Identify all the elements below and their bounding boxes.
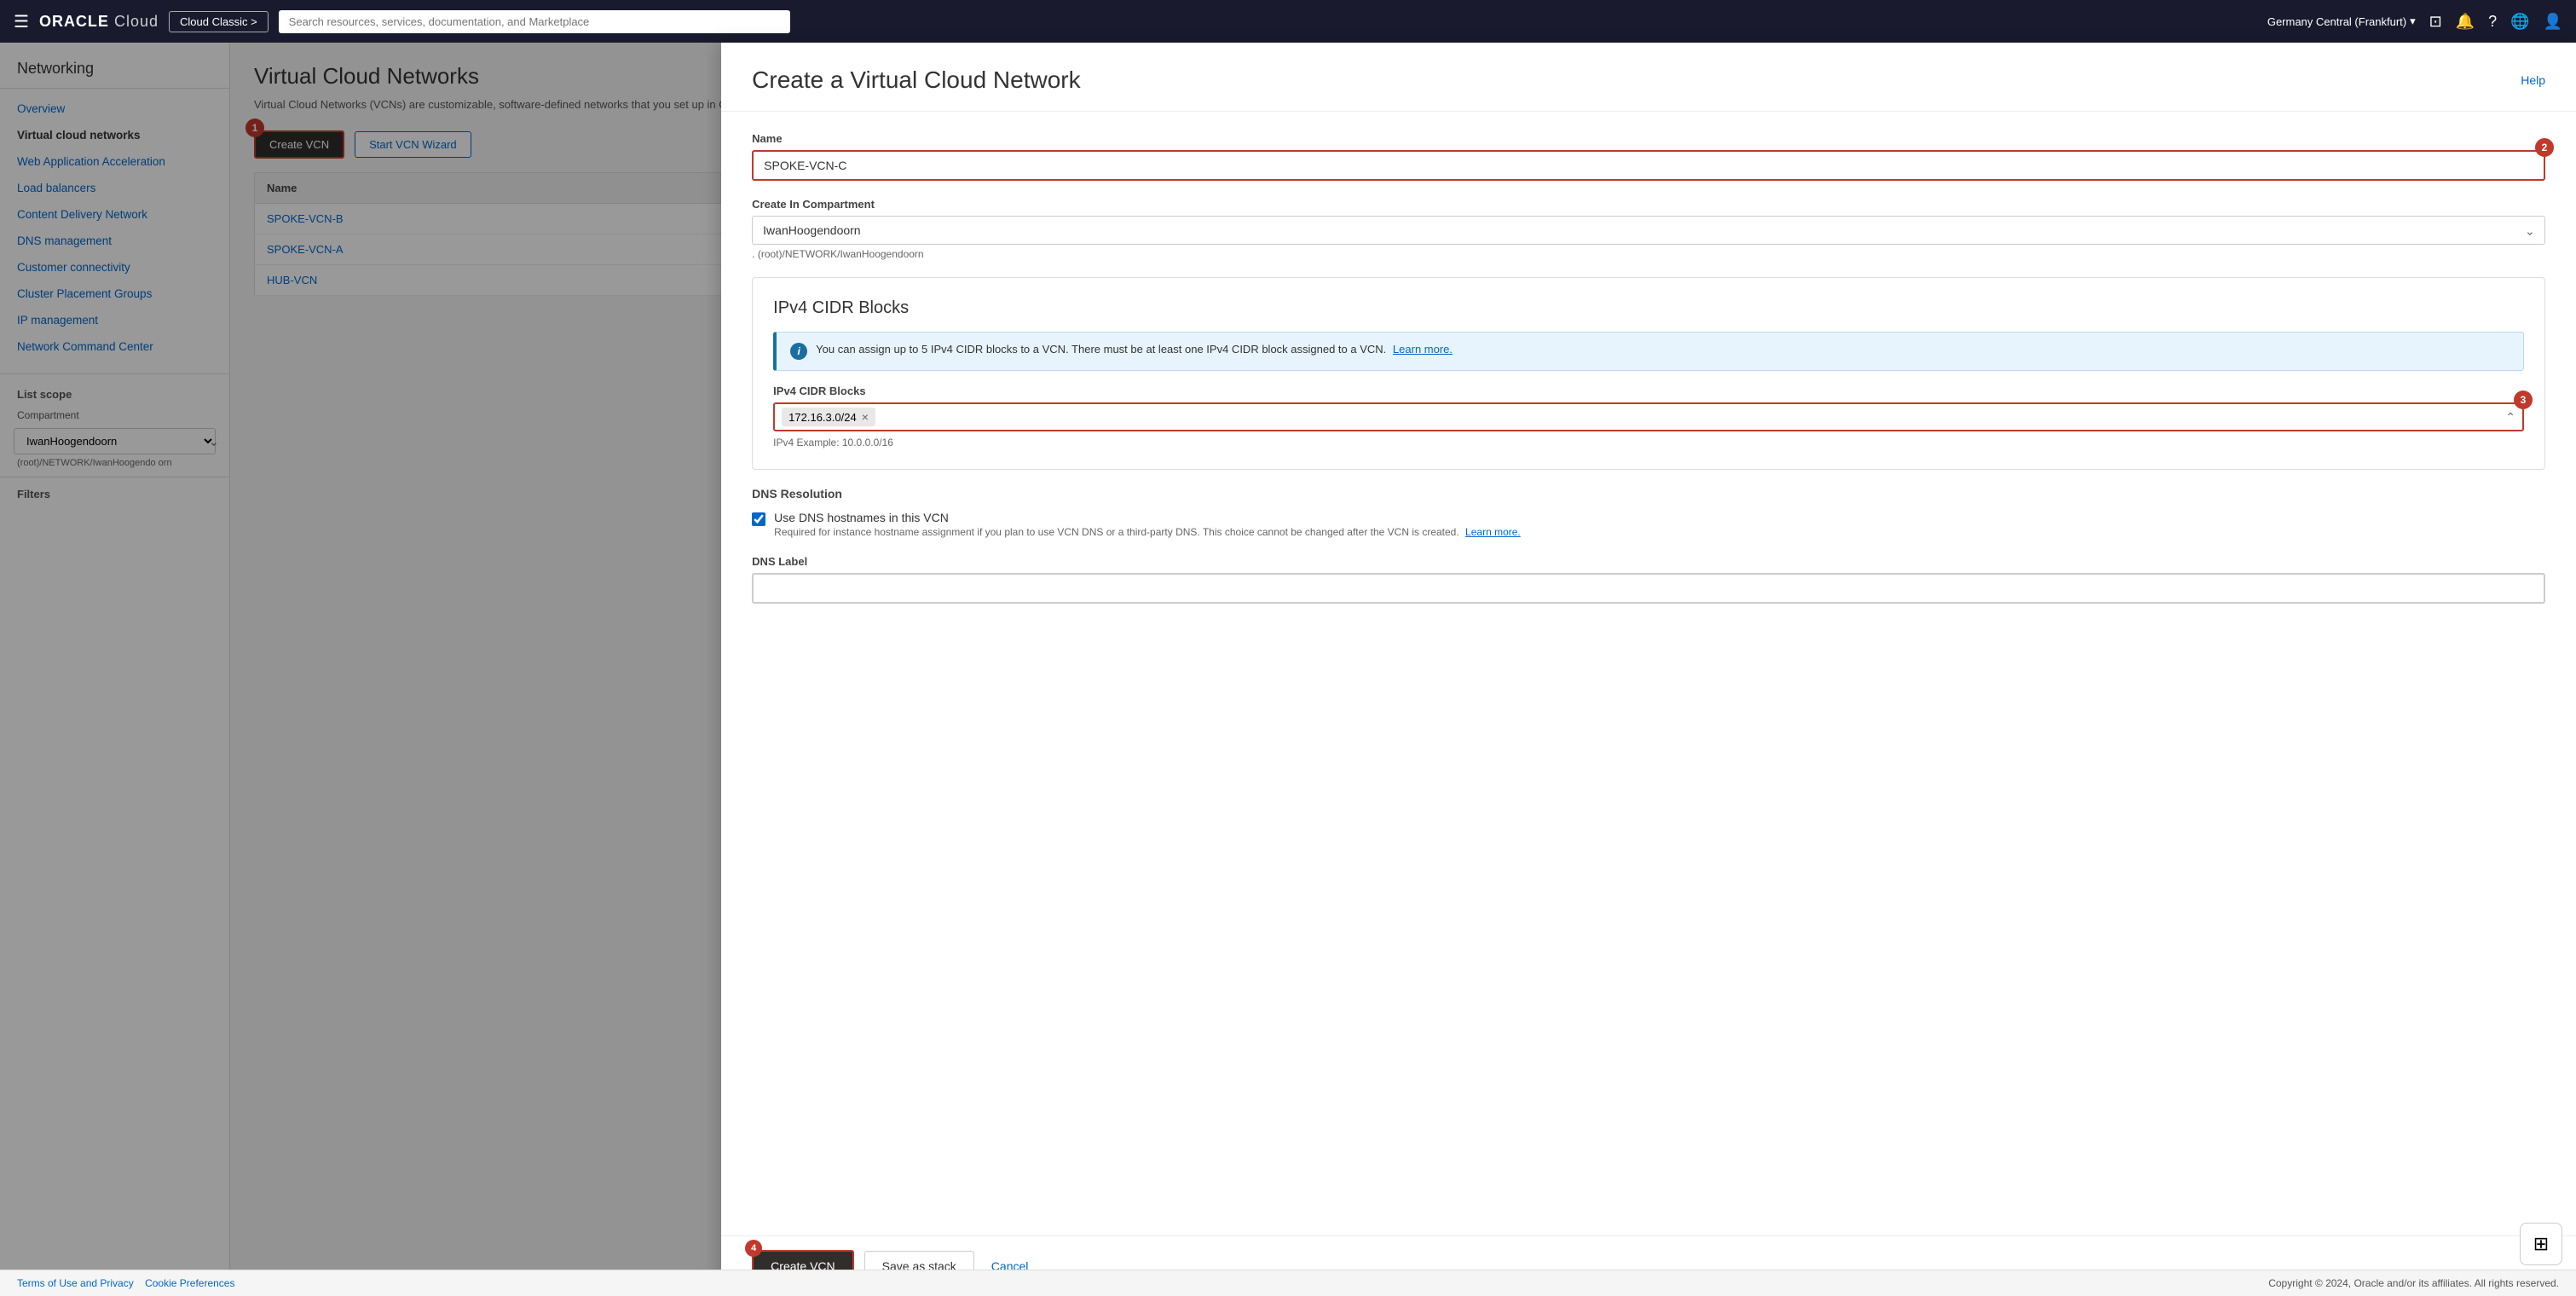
help-icon[interactable]: ?	[2488, 13, 2497, 31]
dns-checkbox-row: Use DNS hostnames in this VCN Required f…	[752, 511, 2545, 538]
name-input[interactable]	[752, 150, 2545, 181]
cidr-value: 172.16.3.0/24	[788, 411, 857, 424]
bottom-bar: Terms of Use and Privacy Cookie Preferen…	[0, 1270, 2576, 1296]
dialog-body: Name 2 Create In Compartment IwanHoogend…	[721, 112, 2576, 1235]
help-widget-icon: ⊞	[2533, 1233, 2549, 1255]
dns-checkbox-label: Use DNS hostnames in this VCN	[774, 511, 1521, 524]
terms-link[interactable]: Terms of Use and Privacy	[17, 1277, 134, 1289]
dns-checkbox-content: Use DNS hostnames in this VCN Required f…	[774, 511, 1521, 538]
info-icon: i	[790, 343, 807, 360]
dns-checkbox-desc: Required for instance hostname assignmen…	[774, 526, 1521, 538]
dns-label-label: DNS Label	[752, 555, 2545, 568]
cidr-chevron-icon: ⌃	[2505, 410, 2515, 425]
help-widget[interactable]: ⊞	[2520, 1223, 2562, 1265]
name-form-group: Name 2	[752, 132, 2545, 181]
dialog-header: Create a Virtual Cloud Network Help	[721, 43, 2576, 112]
cloud-classic-button[interactable]: Cloud Classic >	[169, 11, 269, 32]
dns-learn-more-link[interactable]: Learn more.	[1465, 526, 1521, 538]
step-3-badge: 3	[2514, 391, 2533, 409]
dialog-title: Create a Virtual Cloud Network	[752, 67, 1080, 94]
developer-tools-icon[interactable]: ⊡	[2429, 13, 2442, 31]
name-badge-wrapper: 2	[752, 150, 2545, 181]
region-selector[interactable]: Germany Central (Frankfurt) ▾	[2267, 14, 2416, 28]
user-icon[interactable]: 👤	[2544, 13, 2562, 31]
dns-resolution-label: DNS Resolution	[752, 487, 2545, 500]
copyright-text: Copyright © 2024, Oracle and/or its affi…	[2268, 1277, 2559, 1289]
cidr-tag: 172.16.3.0/24 ×	[782, 408, 875, 426]
cidr-learn-more-link[interactable]: Learn more.	[1393, 343, 1453, 356]
dns-label-form-group: DNS Label	[752, 555, 2545, 604]
cidr-tag-close-icon[interactable]: ×	[862, 410, 869, 424]
compartment-select-wrapper[interactable]: IwanHoogendoorn	[752, 216, 2545, 245]
search-input[interactable]	[279, 10, 790, 33]
cidr-section: IPv4 CIDR Blocks i You can assign up to …	[752, 277, 2545, 470]
cookie-link[interactable]: Cookie Preferences	[145, 1277, 234, 1289]
bottom-bar-left: Terms of Use and Privacy Cookie Preferen…	[17, 1277, 234, 1289]
cidr-info-text: You can assign up to 5 IPv4 CIDR blocks …	[816, 343, 1453, 356]
cidr-example-hint: IPv4 Example: 10.0.0.0/16	[773, 437, 2524, 448]
name-label: Name	[752, 132, 2545, 145]
cidr-badge-wrapper: 172.16.3.0/24 × ⌃ 3	[773, 402, 2524, 431]
help-link[interactable]: Help	[2521, 73, 2545, 87]
compartment-form-group: Create In Compartment IwanHoogendoorn . …	[752, 198, 2545, 260]
nav-right-section: Germany Central (Frankfurt) ▾ ⊡ 🔔 ? 🌐 👤	[2267, 13, 2562, 31]
step-2-badge: 2	[2535, 138, 2554, 157]
top-navigation: ☰ ORACLE Cloud Cloud Classic > Germany C…	[0, 0, 2576, 43]
menu-icon[interactable]: ☰	[14, 11, 29, 32]
dns-hostname-checkbox[interactable]	[752, 512, 765, 526]
bell-icon[interactable]: 🔔	[2456, 13, 2475, 31]
oracle-logo: ORACLE Cloud	[39, 13, 159, 31]
compartment-path-dialog: . (root)/NETWORK/IwanHoogendoorn	[752, 248, 2545, 260]
cidr-label: IPv4 CIDR Blocks	[773, 385, 2524, 397]
create-vcn-dialog: Create a Virtual Cloud Network Help Name…	[721, 43, 2576, 1296]
compartment-select-dialog[interactable]: IwanHoogendoorn	[752, 216, 2545, 245]
cidr-section-title: IPv4 CIDR Blocks	[773, 298, 2524, 318]
dns-section: DNS Resolution Use DNS hostnames in this…	[752, 487, 2545, 538]
globe-icon[interactable]: 🌐	[2510, 13, 2529, 31]
dns-label-input[interactable]	[752, 573, 2545, 604]
cidr-info-banner: i You can assign up to 5 IPv4 CIDR block…	[773, 332, 2524, 371]
compartment-label: Create In Compartment	[752, 198, 2545, 211]
cidr-input-wrapper[interactable]: 172.16.3.0/24 × ⌃	[773, 402, 2524, 431]
